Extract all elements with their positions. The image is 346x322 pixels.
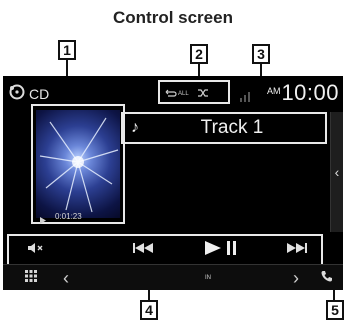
source-indicator[interactable]: CD — [9, 84, 49, 103]
repeat-all-icon[interactable]: ALL — [165, 89, 189, 99]
source-label: CD — [29, 85, 50, 102]
bottom-right-button[interactable]: › — [287, 265, 305, 290]
artwork-play-icon — [39, 212, 47, 230]
phone-button[interactable] — [315, 265, 339, 290]
menu-button[interactable] — [19, 265, 43, 290]
callout-3: 3 — [252, 44, 270, 64]
callout-2: 2 — [190, 44, 208, 64]
elapsed-time: 0:01:23 — [55, 212, 82, 221]
random-icon[interactable] — [197, 85, 209, 103]
chevron-left-icon: ‹ — [63, 267, 69, 288]
callout-1: 1 — [58, 40, 76, 60]
bottom-center-label: IN — [205, 275, 211, 281]
callout-5: 5 — [326, 300, 344, 320]
signal-icon — [239, 90, 253, 108]
previous-track-button[interactable] — [125, 238, 161, 262]
track-title: Track 1 — [200, 117, 264, 138]
mute-icon — [27, 241, 45, 259]
controls-highlight — [7, 234, 323, 266]
clock: AM 10:00 — [267, 80, 339, 106]
phone-icon — [321, 269, 333, 287]
mute-button[interactable] — [19, 238, 53, 262]
side-panel-handle[interactable]: ‹ — [330, 112, 343, 232]
play-pause-button[interactable] — [199, 238, 243, 262]
clock-ampm: AM — [266, 86, 281, 96]
skip-next-icon — [286, 241, 308, 259]
play-pause-icon — [203, 240, 239, 261]
control-screen: CD ALL AM 10:00 0:01:23 ♪ Track 1 ‹ ‹ IN… — [3, 76, 343, 290]
chevron-left-icon: ‹ — [334, 164, 340, 180]
next-track-button[interactable] — [279, 238, 315, 262]
bottom-bar: ‹ IN › — [3, 264, 343, 290]
clock-time: 10:00 — [281, 80, 339, 105]
page-title: Control screen — [113, 8, 233, 27]
music-note-icon: ♪ — [131, 119, 139, 136]
skip-previous-icon — [132, 241, 154, 259]
bottom-left-button[interactable]: ‹ — [57, 265, 75, 290]
callout-4: 4 — [140, 300, 158, 320]
album-artwork[interactable] — [36, 110, 120, 218]
repeat-label: ALL — [178, 91, 189, 97]
disc-icon — [9, 84, 25, 103]
grid-menu-icon — [25, 269, 37, 287]
chevron-right-icon: › — [293, 267, 299, 288]
track-info[interactable]: ♪ Track 1 — [125, 116, 325, 140]
